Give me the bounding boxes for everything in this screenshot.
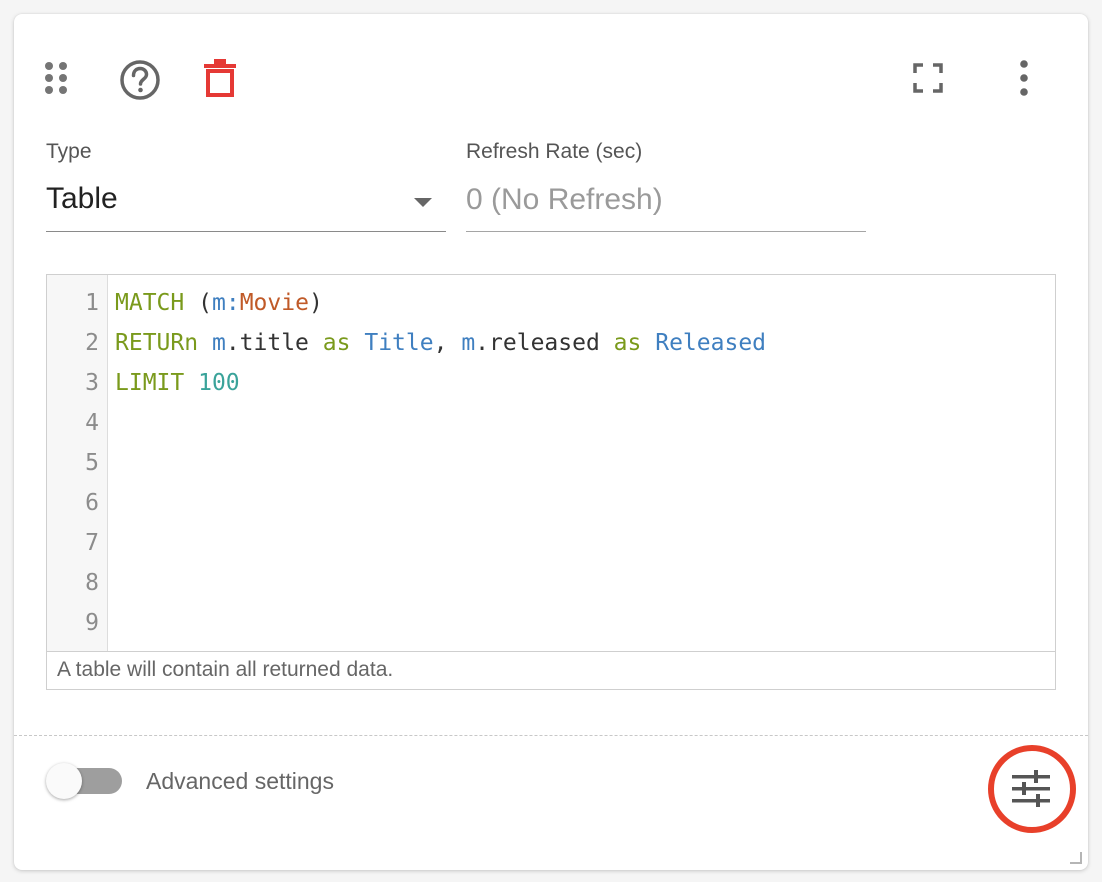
code-area[interactable]: MATCH (m:Movie) RETURn m.title as Title,…	[107, 275, 1055, 651]
refresh-rate-field	[466, 174, 866, 232]
line-number: 4	[85, 410, 99, 436]
editor-help-text: A table will contain all returned data.	[47, 651, 1055, 689]
footer-divider	[14, 735, 1088, 736]
fullscreen-icon[interactable]	[912, 62, 944, 94]
drag-handle-icon[interactable]	[40, 60, 72, 96]
help-circle-icon[interactable]	[118, 58, 162, 102]
line-gutter: 1 2 3 4 5 6 7 8 9	[47, 275, 108, 651]
line-number: 3	[85, 370, 99, 396]
chevron-down-icon	[414, 198, 432, 207]
refresh-rate-label: Refresh Rate (sec)	[466, 140, 643, 163]
line-number: 1	[85, 290, 99, 316]
resize-handle[interactable]	[1070, 852, 1082, 864]
highlight-circle	[988, 745, 1076, 833]
refresh-rate-input[interactable]	[466, 180, 866, 220]
code-line: LIMIT 100	[115, 370, 240, 396]
trash-icon[interactable]	[202, 58, 238, 98]
toggle-thumb[interactable]	[46, 763, 82, 799]
code-line: RETURn m.title as Title, m.released as R…	[115, 330, 767, 356]
report-card: Type Table Refresh Rate (sec) 1 2 3 4 5 …	[14, 14, 1088, 870]
query-editor[interactable]: 1 2 3 4 5 6 7 8 9 MATCH (m:Movie) RETURn…	[46, 274, 1056, 690]
line-number: 8	[85, 570, 99, 596]
line-number: 6	[85, 490, 99, 516]
advanced-settings-label: Advanced settings	[146, 768, 334, 794]
line-number: 2	[85, 330, 99, 356]
type-label: Type	[46, 140, 92, 163]
line-number: 5	[85, 450, 99, 476]
more-vertical-icon[interactable]	[1010, 58, 1038, 98]
type-select[interactable]: Table	[46, 174, 446, 232]
type-select-value: Table	[46, 182, 118, 215]
line-number: 7	[85, 530, 99, 556]
line-number: 9	[85, 610, 99, 636]
code-line: MATCH (m:Movie)	[115, 290, 323, 316]
